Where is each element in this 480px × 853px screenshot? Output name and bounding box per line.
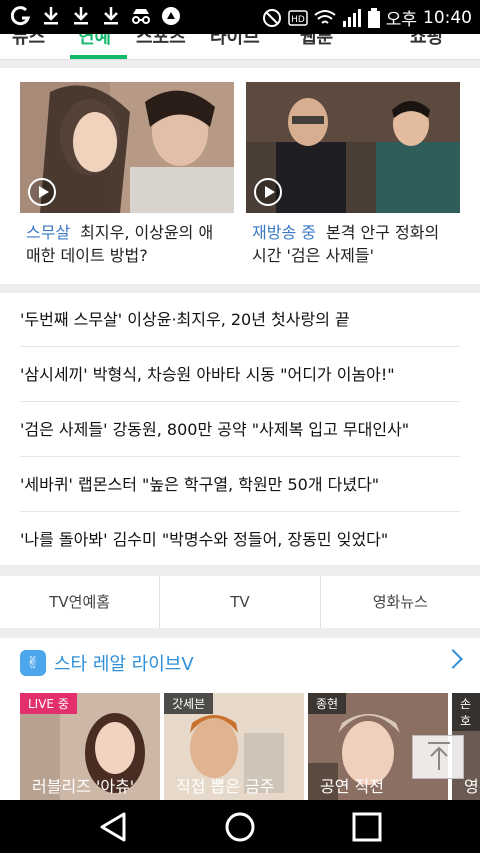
recent-apps-icon[interactable] bbox=[350, 810, 384, 844]
link-movie-news[interactable]: 영화뉴스 bbox=[321, 576, 480, 628]
tab-news[interactable]: 뉴스 bbox=[12, 34, 45, 49]
headline-list: '두번째 스무살' 이상윤·최지우, 20년 첫사랑의 끝 '삼시세끼' 박형식… bbox=[0, 293, 480, 565]
live-header[interactable]: ✌ 스타 레알 라이브V bbox=[20, 650, 194, 676]
featured-tag: 재방송 중 bbox=[252, 223, 316, 242]
scroll-top-button[interactable] bbox=[412, 735, 464, 779]
featured-card[interactable]: 재방송 중 본격 안구 정화의 시간 '검은 사제들' bbox=[246, 82, 460, 267]
play-icon bbox=[28, 178, 56, 206]
live-video-card[interactable]: 갓세븐 직접 뽑은 금주 bbox=[164, 693, 304, 800]
tab-live[interactable]: 라이브 bbox=[210, 34, 260, 49]
channel-badge: 손호 bbox=[452, 693, 480, 731]
status-bar: HD 오후 10:40 bbox=[0, 0, 480, 34]
channel-badge: 종현 bbox=[308, 693, 347, 714]
video-caption: 영 bbox=[464, 777, 479, 796]
featured-card[interactable]: 스무살 최지우, 이상윤의 애 매한 데이트 방법? bbox=[20, 82, 234, 267]
list-item[interactable]: '세바퀴' 랩몬스터 "높은 학구열, 학원만 50개 다녔다" bbox=[20, 458, 460, 512]
download-icon bbox=[100, 5, 122, 27]
list-item[interactable]: '검은 사제들' 강동원, 800만 공약 "사제복 입고 무대인사" bbox=[20, 403, 460, 457]
wifi-icon bbox=[314, 9, 336, 24]
arrow-up-icon bbox=[428, 742, 450, 770]
featured-caption: 재방송 중 본격 안구 정화의 시간 '검은 사제들' bbox=[246, 221, 460, 267]
featured-line1: 최지우, 이상윤의 애 bbox=[80, 223, 214, 242]
back-icon[interactable] bbox=[96, 810, 130, 844]
link-tv[interactable]: TV bbox=[160, 576, 321, 628]
featured-tag: 스무살 bbox=[26, 223, 71, 242]
battery-icon bbox=[367, 7, 380, 28]
incognito-icon bbox=[130, 5, 152, 27]
mute-icon bbox=[262, 8, 281, 27]
tab-shopping[interactable]: 쇼핑 bbox=[410, 34, 443, 49]
home-icon[interactable] bbox=[223, 810, 257, 844]
featured-line1: 본격 안구 정화의 bbox=[325, 223, 440, 242]
video-caption: 공연 직전 bbox=[320, 777, 384, 796]
live-section: ✌ 스타 레알 라이브V LIVE 중 러블리즈 '아츄' 갓세븐 직접 뽑은 … bbox=[0, 638, 480, 800]
play-icon bbox=[254, 178, 282, 206]
hd-icon: HD bbox=[287, 9, 308, 26]
live-video-card[interactable]: LIVE 중 러블리즈 '아츄' bbox=[20, 693, 160, 800]
v-logo-icon: ✌ bbox=[20, 650, 46, 676]
download-icon bbox=[70, 5, 92, 27]
video-caption: 직접 뽑은 금주 bbox=[176, 777, 275, 796]
system-nav-bar bbox=[0, 800, 480, 853]
active-tab-indicator bbox=[70, 55, 127, 59]
live-badge: LIVE 중 bbox=[20, 693, 77, 714]
video-caption: 러블리즈 '아츄' bbox=[32, 777, 135, 796]
channel-badge: 갓세븐 bbox=[164, 693, 214, 714]
svg-text:HD: HD bbox=[291, 15, 305, 25]
status-period: 오후 bbox=[385, 10, 417, 30]
tab-webtoon[interactable]: 웹툰 bbox=[300, 34, 333, 49]
app-g-icon bbox=[10, 5, 32, 27]
section-links: TV연예홈 TV 영화뉴스 bbox=[0, 576, 480, 628]
category-tabs: 뉴스 연예 스포츠 라이브 웹툰 쇼핑 bbox=[0, 34, 480, 60]
live-title: 스타 레알 라이브V bbox=[54, 654, 194, 675]
featured-thumbnail[interactable] bbox=[20, 82, 234, 213]
featured-line2: 시간 '검은 사제들' bbox=[252, 246, 375, 265]
list-item[interactable]: '나를 돌아봐' 김수미 "박명수와 정들어, 장동민 잊었다" bbox=[20, 513, 460, 567]
featured-thumbnail[interactable] bbox=[246, 82, 460, 213]
notification-icon bbox=[160, 5, 182, 27]
chevron-right-icon[interactable] bbox=[443, 649, 463, 669]
status-time: 10:40 bbox=[423, 7, 472, 28]
featured-caption: 스무살 최지우, 이상윤의 애 매한 데이트 방법? bbox=[20, 221, 234, 267]
tab-sports[interactable]: 스포츠 bbox=[136, 34, 186, 49]
download-icon bbox=[40, 5, 62, 27]
featured-line2: 매한 데이트 방법? bbox=[26, 246, 148, 265]
link-tv-entertainment-home[interactable]: TV연예홈 bbox=[0, 576, 161, 628]
featured-section: 스무살 최지우, 이상윤의 애 매한 데이트 방법? 재방송 중 본격 안구 정화의… bbox=[0, 68, 480, 284]
tab-entertainment[interactable]: 연예 bbox=[78, 34, 111, 49]
signal-icon bbox=[342, 8, 361, 27]
list-item[interactable]: '두번째 스무살' 이상윤·최지우, 20년 첫사랑의 끝 bbox=[20, 293, 460, 347]
list-item[interactable]: '삼시세끼' 박형식, 차승원 아바타 시동 "어디가 이놈아!" bbox=[20, 348, 460, 402]
